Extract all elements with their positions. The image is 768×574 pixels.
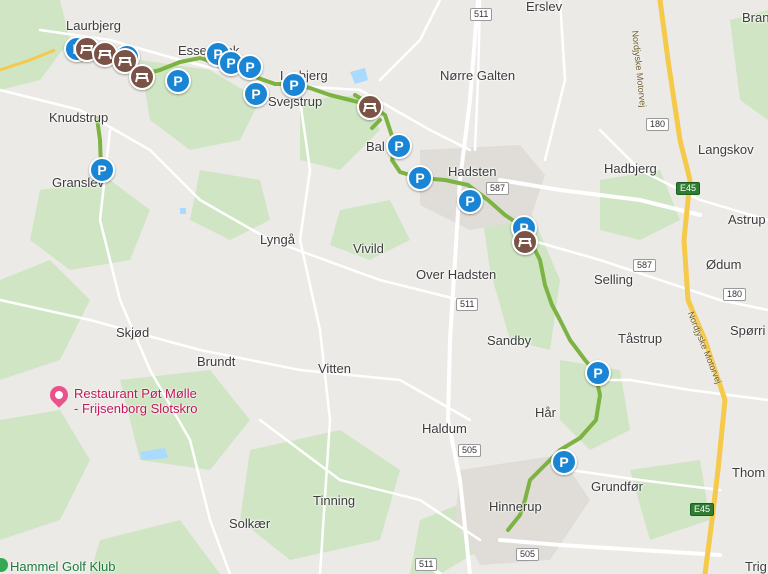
- picnic-table-icon: [118, 57, 132, 67]
- place-erslev: Erslev: [526, 0, 563, 14]
- place-hadsten: Hadsten: [448, 164, 497, 179]
- picnic-table-icon: [98, 50, 112, 60]
- place-sandby: Sandby: [487, 333, 532, 348]
- parking-marker[interactable]: P: [281, 72, 307, 98]
- place-hinnerup: Hinnerup: [489, 499, 542, 514]
- picnic-table-icon: [518, 238, 532, 248]
- place-skjod: Skjød: [116, 325, 150, 340]
- place-tastrup: Tåstrup: [618, 331, 663, 346]
- parking-marker[interactable]: P: [386, 133, 412, 159]
- restaurant-name: Restaurant Pøt Mølle: [74, 386, 197, 401]
- road-shield-511-bottom: 511: [415, 558, 438, 571]
- place-langskov: Langskov: [698, 142, 754, 157]
- parking-marker[interactable]: P: [407, 165, 433, 191]
- place-thom: Thom: [732, 465, 766, 480]
- parking-marker[interactable]: P: [237, 54, 263, 80]
- road-shield-511-mid: 511: [456, 298, 479, 311]
- road-shield-e45: E45: [676, 182, 701, 195]
- place-sporring: Spørri: [730, 323, 766, 338]
- picnic-table-icon: [363, 103, 377, 113]
- parking-marker[interactable]: P: [551, 449, 577, 475]
- place-norre-galten: Nørre Galten: [440, 68, 516, 83]
- parking-marker[interactable]: P: [457, 188, 483, 214]
- place-tinning: Tinning: [313, 493, 356, 508]
- place-solkaer: Solkær: [229, 516, 271, 531]
- road-shield-587-b: 587: [633, 259, 657, 272]
- picnic-marker[interactable]: [512, 229, 538, 255]
- place-astrup: Astrup: [728, 212, 766, 227]
- road-shield-505: 505: [458, 444, 482, 457]
- map-canvas[interactable]: Laurbjerg Erslev Bran Essenbæk Nørre Gal…: [0, 0, 768, 574]
- parking-marker[interactable]: P: [165, 68, 191, 94]
- place-grundfor: Grundfør: [591, 479, 644, 494]
- road-shield-e45-b: E45: [690, 503, 715, 516]
- road-shield-505-b: 505: [516, 548, 540, 561]
- road-shield-587: 587: [486, 182, 510, 195]
- parking-marker[interactable]: P: [89, 157, 115, 183]
- picnic-marker[interactable]: [357, 94, 383, 120]
- place-har: Hår: [535, 405, 556, 420]
- place-selling: Selling: [594, 272, 634, 287]
- place-vitten: Vitten: [318, 361, 352, 376]
- place-vivild: Vivild: [353, 241, 384, 256]
- parking-marker[interactable]: P: [585, 360, 611, 386]
- golf-name: Hammel Golf Klub: [10, 559, 116, 574]
- place-over-hadsten: Over Hadsten: [416, 267, 497, 282]
- road-shield-180-b: 180: [723, 288, 747, 301]
- place-laurbjerg: Laurbjerg: [66, 18, 121, 33]
- map-basemap: [0, 0, 768, 574]
- place-odum: Ødum: [706, 257, 742, 272]
- place-haldum: Haldum: [422, 421, 467, 436]
- forest-areas: [0, 0, 768, 574]
- picnic-table-icon: [135, 73, 149, 83]
- road-shield-180: 180: [646, 118, 670, 131]
- place-bran: Bran: [742, 10, 768, 25]
- place-brundt: Brundt: [197, 354, 236, 369]
- restaurant-subtitle: - Frijsenborg Slotskro: [74, 401, 198, 416]
- place-trig: Trig: [745, 559, 767, 574]
- parking-marker[interactable]: P: [243, 81, 269, 107]
- road-shield-511: 511: [470, 8, 493, 21]
- place-ballum: Bal: [366, 139, 385, 154]
- place-hadbjerg: Hadbjerg: [604, 161, 657, 176]
- place-knudstrup: Knudstrup: [49, 110, 109, 125]
- picnic-marker[interactable]: [129, 64, 155, 90]
- place-lynga: Lyngå: [260, 232, 295, 247]
